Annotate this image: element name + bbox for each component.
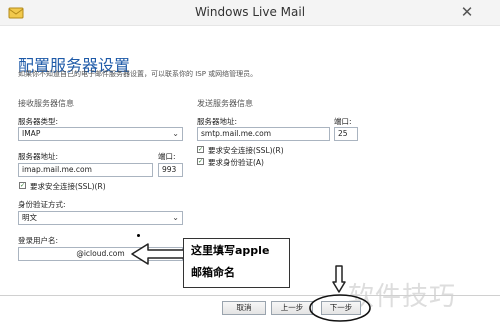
incoming-auth-select[interactable]: 明文 ⌄	[18, 211, 183, 225]
cancel-button[interactable]: 取消	[222, 301, 266, 315]
incoming-ssl-label: 要求安全连接(SSL)(R)	[30, 182, 106, 191]
close-button[interactable]: ✕	[455, 2, 479, 22]
incoming-server-type-value: IMAP	[22, 129, 41, 138]
outgoing-server-address-label: 服务器地址:	[197, 117, 238, 126]
annotation-arrow-left-icon	[131, 243, 185, 265]
incoming-server-address-label: 服务器地址:	[18, 152, 59, 161]
incoming-auth-value: 明文	[22, 213, 37, 222]
outgoing-server-address-input[interactable]: smtp.mail.me.com	[197, 127, 330, 141]
outgoing-auth-checkbox[interactable]: ✓	[197, 158, 204, 165]
chevron-down-icon: ⌄	[172, 213, 179, 222]
annotation-line-2: 邮箱命名	[191, 266, 235, 279]
outgoing-ssl-label: 要求安全连接(SSL)(R)	[208, 146, 284, 155]
chevron-down-icon: ⌄	[172, 129, 179, 138]
window-title: Windows Live Mail	[194, 5, 306, 19]
incoming-section-title: 接收服务器信息	[18, 99, 74, 108]
back-button[interactable]: 上一步	[271, 301, 313, 315]
annotation-line-1: 这里填写apple	[191, 244, 270, 257]
outgoing-port-input[interactable]: 25	[334, 127, 358, 141]
incoming-auth-label: 身份验证方式:	[18, 200, 66, 209]
ink-dot	[137, 234, 140, 237]
outgoing-port-label: 端口:	[334, 117, 352, 126]
outgoing-auth-label: 要求身份验证(A)	[208, 158, 264, 167]
incoming-server-type-select[interactable]: IMAP ⌄	[18, 127, 183, 141]
annotation-ellipse	[309, 294, 371, 322]
bottom-divider	[0, 295, 500, 296]
incoming-server-type-label: 服务器类型:	[18, 117, 59, 126]
incoming-ssl-checkbox[interactable]: ✓	[19, 182, 26, 189]
incoming-server-address-input[interactable]: imap.mail.me.com	[18, 163, 153, 177]
incoming-port-input[interactable]: 993	[158, 163, 183, 177]
outgoing-section-title: 发送服务器信息	[197, 99, 253, 108]
incoming-port-label: 端口:	[158, 152, 176, 161]
outgoing-ssl-checkbox[interactable]: ✓	[197, 146, 204, 153]
page-subtitle: 如果你不知道自己的电子邮件服务器设置，可以联系你的 ISP 或网络管理员。	[18, 70, 258, 78]
login-username-label: 登录用户名:	[18, 236, 59, 245]
annotation-arrow-down-icon	[332, 265, 346, 293]
